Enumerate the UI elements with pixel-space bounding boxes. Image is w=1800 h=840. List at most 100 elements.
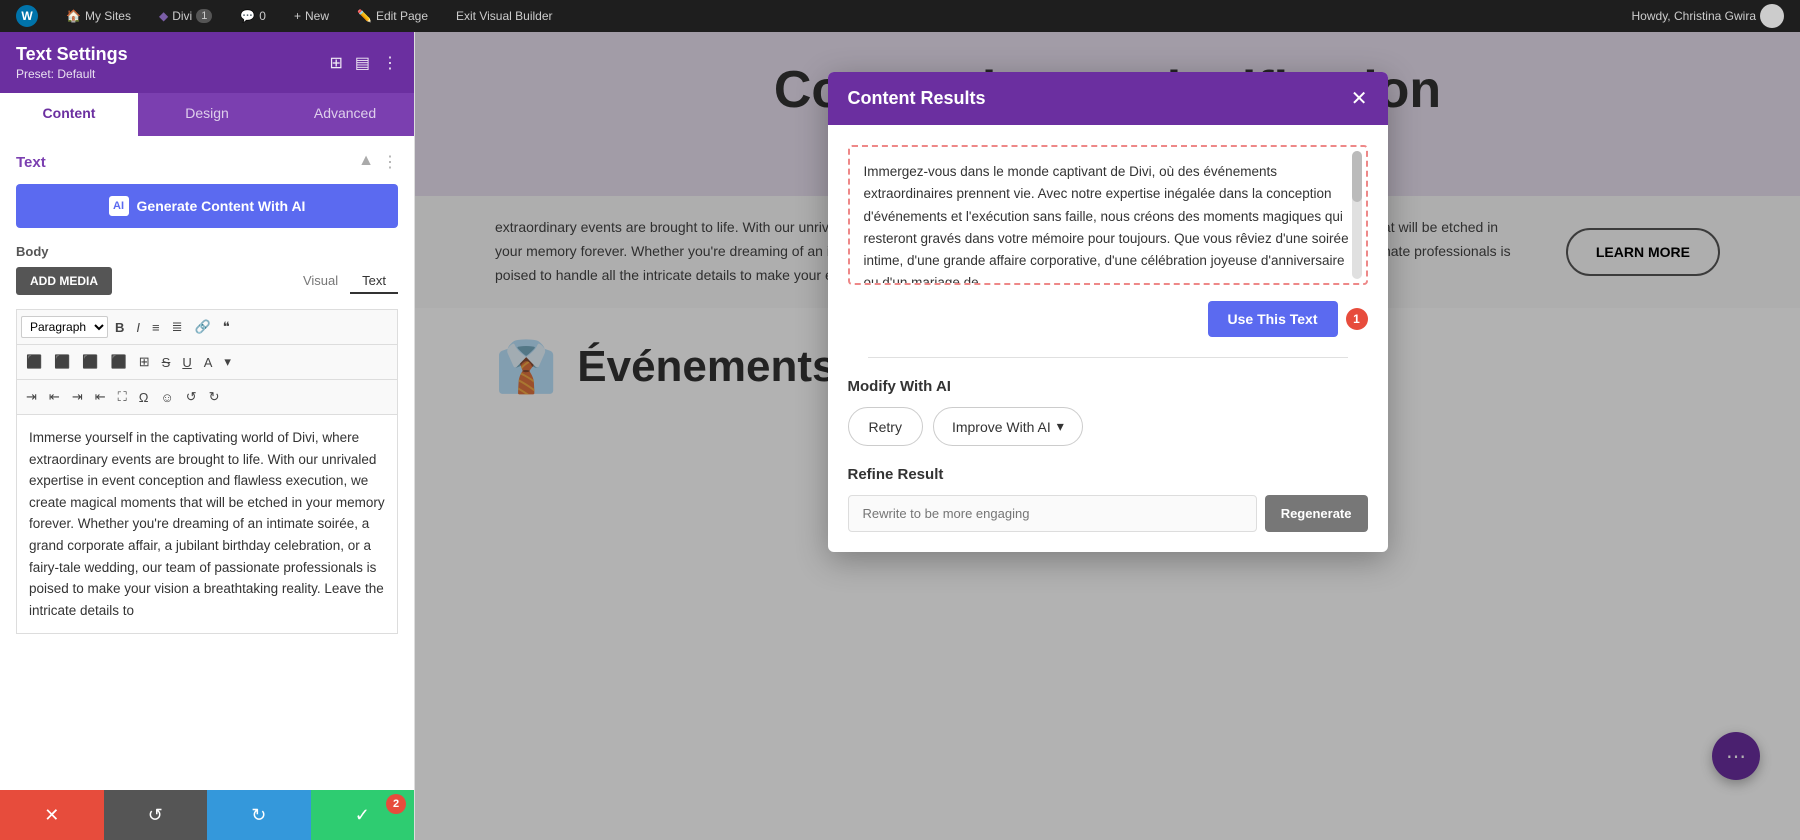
tab-design[interactable]: Design (138, 93, 276, 136)
regenerate-button[interactable]: Regenerate (1265, 495, 1368, 532)
generate-content-button[interactable]: AI Generate Content With AI (16, 184, 398, 228)
admin-bar-exit-builder[interactable]: Exit Visual Builder (450, 0, 559, 32)
settings-tabs: Content Design Advanced (0, 93, 414, 136)
modal-divider (868, 357, 1348, 358)
improve-with-ai-button[interactable]: Improve With AI ▾ (933, 407, 1083, 446)
bottom-bar: ✕ ↺ ↻ ✓ 2 (0, 790, 414, 840)
modify-section: Modify With AI Retry Improve With AI ▾ (848, 378, 1368, 446)
admin-bar-new[interactable]: + New (288, 0, 335, 32)
section-icons: ▲ ⋮ (358, 152, 398, 172)
font-color-button[interactable]: A (199, 352, 218, 373)
plus-icon: + (294, 9, 301, 23)
modal-scrollbar[interactable] (1352, 151, 1362, 279)
save-badge: 2 (386, 794, 406, 814)
more-icon[interactable]: ⋮ (382, 53, 398, 73)
admin-user-greeting[interactable]: Howdy, Christina Gwira (1626, 4, 1790, 28)
modal-overlay: Content Results ✕ Immergez-vous dans le … (415, 32, 1800, 840)
cancel-button[interactable]: ✕ (0, 790, 104, 840)
tab-content[interactable]: Content (0, 93, 138, 136)
blockquote-button[interactable]: ❝ (218, 316, 235, 338)
wordpress-logo[interactable]: W (10, 0, 44, 32)
admin-bar-right: Howdy, Christina Gwira (1626, 4, 1790, 28)
visual-text-tabs: Visual Text (291, 269, 398, 294)
refine-input[interactable] (848, 495, 1257, 532)
cancel-icon: ✕ (44, 805, 59, 826)
editor-toolbar-row2: ⬛ ⬛ ⬛ ⬛ ⊞ S U A ▾ (16, 344, 398, 379)
settings-header-info: Text Settings Preset: Default (16, 44, 128, 81)
chevron-down-icon: ▾ (1057, 418, 1064, 435)
fullscreen-editor-button[interactable]: ⛶ (113, 386, 132, 408)
layout-icon[interactable]: ▤ (355, 53, 370, 73)
use-text-badge: 1 (1346, 308, 1368, 330)
modal-header: Content Results ✕ (828, 72, 1388, 125)
retry-button[interactable]: Retry (848, 407, 923, 446)
special-char-button[interactable]: Ω (134, 387, 154, 408)
save-button[interactable]: ✓ 2 (311, 790, 415, 840)
paragraph-select[interactable]: Paragraph (21, 316, 108, 338)
ul-button[interactable]: ≡ (147, 317, 165, 338)
fullscreen-icon[interactable]: ⊞ (329, 53, 342, 73)
redo-editor-button[interactable]: ↻ (204, 386, 225, 408)
settings-title: Text Settings (16, 44, 128, 65)
modal-body: Immergez-vous dans le monde captivant de… (828, 125, 1388, 552)
indent2-button[interactable]: ⇥ (67, 386, 88, 408)
editor-content[interactable]: Immerse yourself in the captivating worl… (16, 414, 398, 634)
settings-header: Text Settings Preset: Default ⊞ ▤ ⋮ (0, 32, 414, 93)
refine-row: Regenerate (848, 495, 1368, 532)
editor-toolbar-row3: ⇥ ⇤ ⇥ ⇤ ⛶ Ω ☺ ↺ ↻ (16, 379, 398, 414)
admin-bar-mysites[interactable]: 🏠 My Sites (60, 0, 137, 32)
align-right-button[interactable]: ⬛ (77, 351, 103, 373)
outdent2-button[interactable]: ⇤ (90, 386, 111, 408)
tab-advanced[interactable]: Advanced (276, 93, 414, 136)
admin-bar-comments[interactable]: 💬 0 (234, 0, 272, 32)
refine-section: Refine Result Regenerate (848, 466, 1368, 532)
modal-close-button[interactable]: ✕ (1351, 89, 1368, 109)
settings-panel: Text Settings Preset: Default ⊞ ▤ ⋮ Cont… (0, 32, 415, 840)
save-icon: ✓ (355, 805, 370, 826)
add-media-button[interactable]: ADD MEDIA (16, 267, 112, 295)
preview-content: Conception et planification d'événements… (415, 32, 1800, 840)
align-justify-button[interactable]: ⬛ (106, 351, 132, 373)
modal-scrollbar-thumb (1352, 151, 1362, 202)
undo-button[interactable]: ↺ (104, 790, 208, 840)
outdent-button[interactable]: ⇤ (44, 386, 65, 408)
comment-icon: 💬 (240, 9, 255, 23)
tab-text[interactable]: Text (350, 269, 398, 294)
admin-bar-edit-page[interactable]: ✏️ Edit Page (351, 0, 434, 32)
table-button[interactable]: ⊞ (134, 351, 155, 373)
body-label: Body (16, 244, 398, 259)
ol-button[interactable]: ≣ (167, 316, 188, 338)
collapse-icon[interactable]: ▲ (358, 152, 374, 172)
redo-button[interactable]: ↻ (207, 790, 311, 840)
wordpress-icon: W (16, 5, 38, 27)
editor-toolbar-row1: Paragraph B I ≡ ≣ 🔗 ❝ (16, 309, 398, 344)
user-avatar (1760, 4, 1784, 28)
bold-button[interactable]: B (110, 317, 129, 338)
more-toolbar-button[interactable]: ▾ (219, 351, 236, 373)
undo-editor-button[interactable]: ↺ (181, 386, 202, 408)
refine-title: Refine Result (848, 466, 1368, 483)
modify-buttons: Retry Improve With AI ▾ (848, 407, 1368, 446)
section-more-icon[interactable]: ⋮ (382, 152, 398, 172)
text-section-header: Text ▲ ⋮ (16, 152, 398, 172)
main-area: Text Settings Preset: Default ⊞ ▤ ⋮ Cont… (0, 32, 1800, 840)
link-button[interactable]: 🔗 (190, 316, 216, 338)
settings-body: Text ▲ ⋮ AI Generate Content With AI Bod… (0, 136, 414, 790)
indent-button[interactable]: ⇥ (21, 386, 42, 408)
edit-icon: ✏️ (357, 9, 372, 23)
tab-visual[interactable]: Visual (291, 269, 350, 294)
redo-icon: ↻ (251, 805, 266, 826)
align-center-button[interactable]: ⬛ (49, 351, 75, 373)
use-this-text-button[interactable]: Use This Text (1208, 301, 1338, 337)
content-results-modal: Content Results ✕ Immergez-vous dans le … (828, 72, 1388, 552)
text-section-title: Text (16, 154, 46, 171)
modal-generated-text: Immergez-vous dans le monde captivant de… (848, 145, 1368, 285)
emoji-button[interactable]: ☺ (155, 387, 178, 408)
use-this-text-row: Use This Text 1 (848, 301, 1368, 337)
page-preview: Conception et planification d'événements… (415, 32, 1800, 840)
admin-bar-divi[interactable]: ◆ Divi 1 (153, 0, 218, 32)
underline-button[interactable]: U (177, 352, 196, 373)
strikethrough-button[interactable]: S (157, 352, 176, 373)
italic-button[interactable]: I (131, 317, 145, 338)
align-left-button[interactable]: ⬛ (21, 351, 47, 373)
